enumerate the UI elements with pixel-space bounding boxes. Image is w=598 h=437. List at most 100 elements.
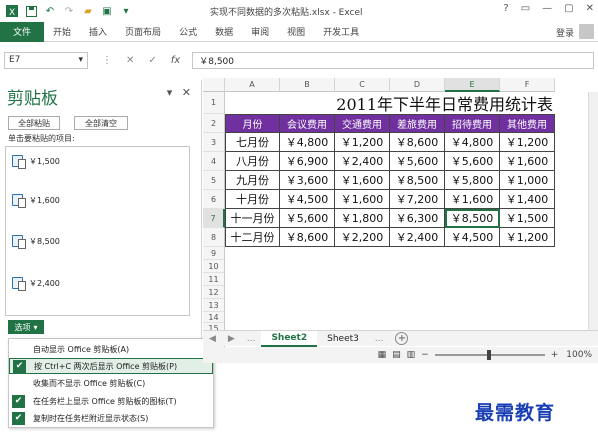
table-cell[interactable]: 十月份 bbox=[225, 190, 280, 209]
row-header[interactable]: 11 bbox=[203, 273, 225, 286]
table-cell[interactable]: ￥1,200 bbox=[335, 133, 390, 152]
row-header[interactable]: 3 bbox=[203, 133, 225, 152]
undo-icon[interactable]: ↶ bbox=[44, 5, 56, 17]
table-cell[interactable]: ￥6,900 bbox=[280, 152, 335, 171]
close-button[interactable]: ✕ bbox=[586, 3, 594, 14]
table-cell[interactable]: ￥3,600 bbox=[280, 171, 335, 190]
sheet-nav-left-icon[interactable]: ◀ bbox=[209, 334, 216, 344]
table-cell[interactable]: ￥2,400 bbox=[390, 228, 445, 247]
avatar[interactable] bbox=[579, 24, 594, 39]
sheet-tab-sheet3[interactable]: Sheet3 bbox=[317, 331, 369, 347]
tab-home[interactable]: 开始 bbox=[44, 22, 80, 42]
zoom-out-button[interactable]: − bbox=[421, 350, 429, 360]
row-header[interactable]: 10 bbox=[203, 260, 225, 273]
save-icon[interactable] bbox=[25, 5, 37, 17]
table-cell[interactable]: 九月份 bbox=[225, 171, 280, 190]
normal-view-icon[interactable]: ▦ bbox=[378, 350, 387, 360]
menu-item-ctrl-c-twice[interactable]: ✔ 按 Ctrl+C 两次后显示 Office 剪贴板(P) bbox=[9, 358, 213, 374]
zoom-level[interactable]: 100% bbox=[566, 350, 592, 360]
help-button[interactable]: ? bbox=[503, 3, 508, 14]
tab-developer[interactable]: 开发工具 bbox=[314, 22, 368, 42]
clipboard-item[interactable]: ￥8,500 bbox=[12, 235, 60, 249]
sheet-tabs-more[interactable]: ... bbox=[247, 334, 256, 344]
chevron-down-icon[interactable]: ▾ bbox=[78, 55, 83, 65]
table-cell[interactable]: ￥5,600 bbox=[280, 209, 335, 228]
table-cell[interactable]: 十一月份 bbox=[225, 209, 280, 228]
formula-input[interactable]: ￥8,500 bbox=[192, 51, 594, 69]
row-header[interactable]: 12 bbox=[203, 286, 225, 299]
paste-all-button[interactable]: 全部粘贴 bbox=[8, 116, 60, 130]
row-header[interactable]: 7 bbox=[203, 209, 225, 228]
row-header[interactable]: 13 bbox=[203, 299, 225, 312]
row-header[interactable]: 5 bbox=[203, 171, 225, 190]
table-cell[interactable]: 十二月份 bbox=[225, 228, 280, 247]
row-header[interactable]: 14 bbox=[203, 312, 225, 323]
print-preview-icon[interactable]: ▣ bbox=[101, 5, 113, 17]
row-header[interactable]: 1 bbox=[203, 92, 225, 114]
table-cell[interactable]: ￥1,600 bbox=[335, 171, 390, 190]
table-cell[interactable]: ￥4,800 bbox=[445, 133, 500, 152]
header-cell[interactable]: 招待费用 bbox=[445, 114, 500, 133]
menu-item-taskbar-icon[interactable]: ✔ 在任务栏上显示 Office 剪贴板的图标(T) bbox=[9, 393, 213, 409]
zoom-slider-thumb[interactable] bbox=[486, 350, 491, 360]
table-cell[interactable]: ￥1,600 bbox=[335, 190, 390, 209]
options-button[interactable]: 选项 ▾ bbox=[8, 320, 44, 334]
header-cell[interactable]: 其他费用 bbox=[500, 114, 555, 133]
header-cell[interactable]: 月份 bbox=[225, 114, 280, 133]
active-cell[interactable]: ￥8,500 bbox=[445, 209, 500, 228]
menu-item-auto-show[interactable]: 自动显示 Office 剪贴板(A) bbox=[9, 341, 213, 357]
table-cell[interactable]: ￥1,200 bbox=[500, 228, 555, 247]
table-cell[interactable]: ￥2,400 bbox=[335, 152, 390, 171]
customize-qat-icon[interactable]: ▾ bbox=[120, 5, 132, 17]
table-cell[interactable]: ￥4,500 bbox=[445, 228, 500, 247]
table-cell[interactable]: ￥7,200 bbox=[390, 190, 445, 209]
column-header[interactable]: F bbox=[500, 78, 555, 92]
sheet-tabs-more-right[interactable]: ... bbox=[375, 334, 384, 344]
table-cell[interactable]: 七月份 bbox=[225, 133, 280, 152]
page-layout-view-icon[interactable]: ▤ bbox=[392, 350, 401, 360]
insert-function-button[interactable]: fx bbox=[171, 55, 180, 66]
maximize-button[interactable]: ▢ bbox=[564, 3, 573, 14]
table-cell[interactable]: ￥1,200 bbox=[500, 133, 555, 152]
table-cell[interactable]: ￥5,800 bbox=[445, 171, 500, 190]
select-all-corner[interactable] bbox=[203, 78, 225, 92]
table-cell[interactable]: ￥1,000 bbox=[500, 171, 555, 190]
sheet-tab-sheet2[interactable]: Sheet2 bbox=[261, 330, 318, 347]
zoom-in-button[interactable]: + bbox=[551, 350, 559, 360]
header-cell[interactable]: 交通费用 bbox=[335, 114, 390, 133]
column-header[interactable]: D bbox=[390, 78, 445, 92]
open-folder-icon[interactable]: ▰ bbox=[82, 5, 94, 17]
clipboard-item[interactable]: ￥1,600 bbox=[12, 194, 60, 208]
table-cell[interactable]: ￥1,600 bbox=[445, 190, 500, 209]
sheet-title-cell[interactable]: 2011年下半年日常费用统计表 bbox=[225, 92, 555, 114]
row-header[interactable]: 9 bbox=[203, 247, 225, 260]
table-cell[interactable]: ￥1,600 bbox=[500, 152, 555, 171]
name-box[interactable]: E7 ▾ bbox=[4, 51, 88, 69]
table-cell[interactable]: ￥1,400 bbox=[500, 190, 555, 209]
cancel-entry-button[interactable]: ✕ bbox=[126, 55, 134, 66]
table-cell[interactable]: ￥6,300 bbox=[390, 209, 445, 228]
clipboard-item[interactable]: ￥2,400 bbox=[12, 277, 60, 291]
menu-item-status-near-taskbar[interactable]: ✔ 复制时在任务栏附近显示状态(S) bbox=[9, 410, 213, 426]
tab-page-layout[interactable]: 页面布局 bbox=[116, 22, 170, 42]
column-header[interactable]: A bbox=[225, 78, 280, 92]
table-cell[interactable]: 八月份 bbox=[225, 152, 280, 171]
column-header[interactable]: C bbox=[335, 78, 390, 92]
tab-formulas[interactable]: 公式 bbox=[170, 22, 206, 42]
tab-insert[interactable]: 插入 bbox=[80, 22, 116, 42]
table-cell[interactable]: ￥5,600 bbox=[445, 152, 500, 171]
tab-file[interactable]: 文件 bbox=[0, 21, 45, 42]
table-cell[interactable]: ￥4,500 bbox=[280, 190, 335, 209]
row-header[interactable]: 6 bbox=[203, 190, 225, 209]
menu-item-collect-without-show[interactable]: 收集而不显示 Office 剪贴板(C) bbox=[9, 375, 213, 391]
add-sheet-button[interactable]: + bbox=[395, 332, 409, 345]
table-cell[interactable]: ￥2,200 bbox=[335, 228, 390, 247]
column-header[interactable]: E bbox=[445, 78, 500, 92]
redo-icon[interactable]: ↷ bbox=[63, 5, 75, 17]
pane-options-icon[interactable]: ▾ bbox=[167, 86, 173, 99]
login-link[interactable]: 登录 bbox=[556, 26, 574, 39]
tab-view[interactable]: 视图 bbox=[278, 22, 314, 42]
table-cell[interactable]: ￥4,800 bbox=[280, 133, 335, 152]
tab-review[interactable]: 审阅 bbox=[242, 22, 278, 42]
header-cell[interactable]: 会议费用 bbox=[280, 114, 335, 133]
